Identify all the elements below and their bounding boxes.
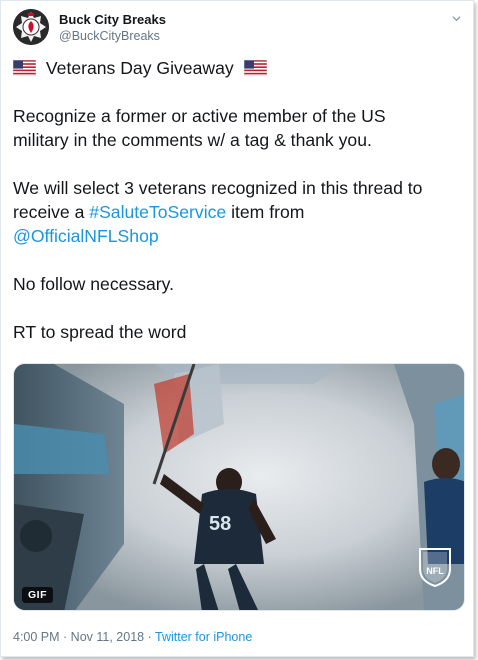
tweet-time[interactable]: 4:00 PM <box>13 630 60 644</box>
avatar[interactable] <box>13 9 49 45</box>
tweet-date[interactable]: Nov 11, 2018 <box>71 630 144 644</box>
tweet-text-line: No follow necessary. <box>13 274 175 294</box>
text-fragment: receive a <box>13 202 90 222</box>
jersey-number: 58 <box>209 513 231 535</box>
chevron-down-icon[interactable] <box>447 9 465 27</box>
us-flag-icon <box>13 60 36 76</box>
tweet-text-line: receive a #SaluteToService item from <box>13 200 465 224</box>
tweet-text-line: military in the comments w/ a tag & than… <box>13 130 372 150</box>
tweet-text-line: We will select 3 veterans recognized in … <box>13 178 423 198</box>
tweet-title: Veterans Day Giveaway <box>45 58 234 78</box>
gif-badge: GIF <box>22 587 53 603</box>
tweet-source-link[interactable]: Twitter for iPhone <box>155 630 252 644</box>
separator: · <box>59 630 71 644</box>
nfl-shield-icon: NFL <box>419 548 451 587</box>
fire-department-badge-icon <box>13 9 49 45</box>
nfl-watermark-text: NFL <box>426 566 444 576</box>
tweet-header: Buck City Breaks @BuckCityBreaks <box>13 9 463 51</box>
hashtag-link[interactable]: #SaluteToService <box>89 202 226 222</box>
gif-scene-image: 58 <box>14 364 464 610</box>
tweet-text-line: RT to spread the word <box>13 322 187 342</box>
text-fragment: item from <box>226 202 305 222</box>
tweet-footer: 4:00 PM · Nov 11, 2018 · Twitter for iPh… <box>13 630 252 644</box>
author-handle[interactable]: @BuckCityBreaks <box>59 29 160 43</box>
tweet-text-line: Recognize a former or active member of t… <box>13 106 386 126</box>
tweet-title-line: Veterans Day Giveaway <box>13 56 465 80</box>
separator: · <box>144 630 155 644</box>
mention-link[interactable]: @OfficialNFLShop <box>13 224 465 248</box>
gif-media[interactable]: 58 NFL GIF <box>13 363 465 611</box>
tweet-body: Veterans Day Giveaway Recognize a former… <box>13 56 465 344</box>
us-flag-icon <box>243 60 267 76</box>
tweet-card: Buck City Breaks @BuckCityBreaks Veteran… <box>0 0 474 657</box>
author-name[interactable]: Buck City Breaks <box>59 12 166 27</box>
